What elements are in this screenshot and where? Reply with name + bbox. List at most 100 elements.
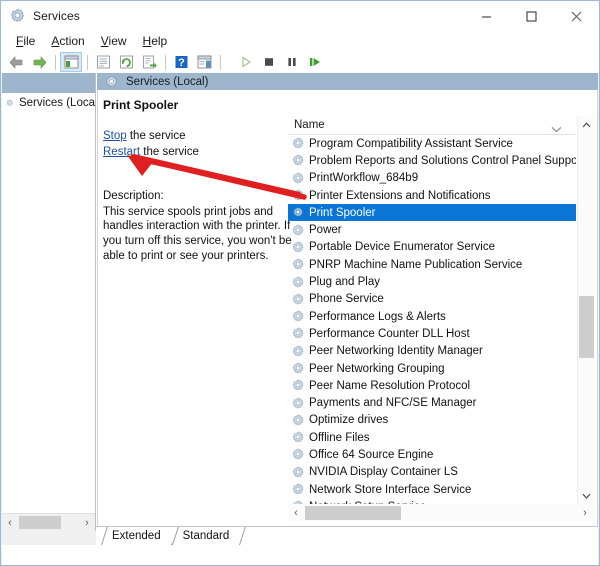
show-hide-action-pane-icon[interactable] <box>193 52 215 72</box>
service-gear-icon <box>292 310 304 322</box>
service-info-panel: Print Spooler Stop the service Restart t… <box>103 98 293 518</box>
status-bar <box>2 545 598 565</box>
table-row[interactable]: Plug and Play <box>288 273 576 290</box>
toolbar-separator <box>87 54 88 70</box>
window-title: Services <box>33 9 80 23</box>
restart-service-row: Restart the service <box>103 145 293 160</box>
tab-extended-label: Extended <box>112 529 161 542</box>
table-row[interactable]: Peer Name Resolution Protocol <box>288 377 576 394</box>
refresh-icon[interactable] <box>115 52 137 72</box>
table-row[interactable]: Print Spooler <box>288 204 576 222</box>
detail-header-label: Services (Local) <box>126 76 209 88</box>
service-gear-icon <box>292 345 304 357</box>
tab-extended[interactable]: Extended <box>101 527 172 545</box>
stop-service-link[interactable]: Stop <box>103 130 127 142</box>
menu-item-help-label: H <box>142 34 152 48</box>
tab-standard[interactable]: Standard <box>171 527 241 545</box>
service-gear-icon <box>292 189 304 201</box>
start-service-icon[interactable] <box>235 52 257 72</box>
scroll-down-icon[interactable] <box>578 487 595 504</box>
table-row[interactable]: Problem Reports and Solutions Control Pa… <box>288 152 576 169</box>
scroll-thumb[interactable] <box>305 505 401 520</box>
table-row[interactable]: Optimize drives <box>288 412 576 429</box>
forward-icon[interactable] <box>28 52 50 72</box>
menu-item-view[interactable]: View <box>94 33 136 49</box>
service-gear-icon <box>292 379 304 391</box>
description-text: This service spools print jobs and handl… <box>103 205 292 262</box>
scroll-up-icon[interactable] <box>578 116 595 133</box>
detail-pane: Services (Local) Print Spooler Stop the … <box>97 73 598 531</box>
table-row[interactable]: Peer Networking Grouping <box>288 360 576 377</box>
service-list-hscrollbar[interactable]: ‹ › <box>288 504 593 521</box>
toolbar: ? <box>1 51 599 73</box>
properties-icon[interactable] <box>92 52 114 72</box>
service-list-column-header[interactable]: Name <box>288 116 576 135</box>
service-title: Print Spooler <box>103 98 179 112</box>
scroll-thumb[interactable] <box>579 296 594 358</box>
service-gear-icon <box>292 293 304 305</box>
table-row[interactable]: Peer Networking Identity Manager <box>288 343 576 360</box>
scroll-thumb[interactable] <box>19 516 61 529</box>
table-row[interactable]: PrintWorkflow_684b9 <box>288 170 576 187</box>
table-row[interactable]: Printer Extensions and Notifications <box>288 187 576 204</box>
service-name: PrintWorkflow_684b9 <box>309 172 419 185</box>
stop-service-icon[interactable] <box>258 52 280 72</box>
table-row[interactable]: Network Store Interface Service <box>288 481 576 498</box>
service-name: Phone Service <box>309 293 384 306</box>
service-name: NVIDIA Display Container LS <box>309 466 458 479</box>
service-gear-icon <box>292 258 304 270</box>
restart-service-suffix: the service <box>140 146 199 159</box>
back-icon[interactable] <box>5 52 27 72</box>
export-list-icon[interactable] <box>138 52 160 72</box>
table-row[interactable]: Program Compatibility Assistant Service <box>288 135 576 152</box>
table-row[interactable]: Office 64 Source Engine <box>288 446 576 463</box>
maximize-icon[interactable] <box>509 1 554 31</box>
column-header-name[interactable]: Name <box>288 119 325 131</box>
table-row[interactable]: Performance Counter DLL Host <box>288 325 576 342</box>
pause-service-icon[interactable] <box>281 52 303 72</box>
table-row[interactable]: Performance Logs & Alerts <box>288 308 576 325</box>
minimize-icon[interactable] <box>464 1 509 31</box>
tree-item-services-local[interactable]: Services (Loca <box>2 93 95 110</box>
menu-item-view-rest: iew <box>108 34 127 48</box>
menu-item-help[interactable]: Help <box>136 33 177 49</box>
restart-service-icon[interactable] <box>304 52 326 72</box>
service-gear-icon <box>292 449 304 460</box>
service-list-vscrollbar[interactable] <box>577 116 594 504</box>
service-gear-icon <box>292 431 304 443</box>
console-tree-hscrollbar[interactable]: ‹ › <box>2 513 95 531</box>
show-hide-console-tree-icon[interactable] <box>60 52 82 72</box>
service-name: Payments and NFC/SE Manager <box>309 397 477 410</box>
stop-service-row: Stop the service <box>103 129 293 144</box>
scroll-left-icon[interactable]: ‹ <box>288 505 304 521</box>
service-name: Power <box>309 224 342 237</box>
scroll-right-icon[interactable]: › <box>79 515 95 531</box>
menu-item-action[interactable]: Action <box>44 33 93 49</box>
service-name: Peer Networking Grouping <box>309 362 445 375</box>
table-row[interactable]: Phone Service <box>288 291 576 308</box>
service-gear-icon <box>292 241 304 253</box>
scroll-left-icon[interactable]: ‹ <box>2 515 18 531</box>
restart-service-link[interactable]: Restart <box>103 146 140 158</box>
console-tree-header <box>2 73 95 93</box>
table-row[interactable]: Power <box>288 221 576 238</box>
service-gear-icon <box>292 224 304 235</box>
service-gear-icon <box>292 327 304 339</box>
table-row[interactable]: NVIDIA Display Container LS <box>288 464 576 481</box>
service-name: Office 64 Source Engine <box>309 448 434 461</box>
stop-service-suffix: the service <box>126 130 186 143</box>
table-row[interactable]: Offline Files <box>288 429 576 446</box>
service-list-rows[interactable]: Program Compatibility Assistant Service P… <box>288 135 576 504</box>
help-icon[interactable]: ? <box>170 52 192 72</box>
caption-button-group <box>464 1 599 31</box>
table-row[interactable]: Portable Device Enumerator Service <box>288 239 576 256</box>
close-icon[interactable] <box>554 1 599 31</box>
table-row[interactable]: PNRP Machine Name Publication Service <box>288 256 576 273</box>
service-gear-icon <box>292 483 304 495</box>
menu-item-file-rest: ile <box>23 34 36 48</box>
table-row[interactable]: Payments and NFC/SE Manager <box>288 394 576 411</box>
menu-item-file[interactable]: File <box>9 33 44 49</box>
service-gear-icon <box>292 362 304 374</box>
service-name: Program Compatibility Assistant Service <box>309 137 513 150</box>
scroll-right-icon[interactable]: › <box>577 505 593 521</box>
